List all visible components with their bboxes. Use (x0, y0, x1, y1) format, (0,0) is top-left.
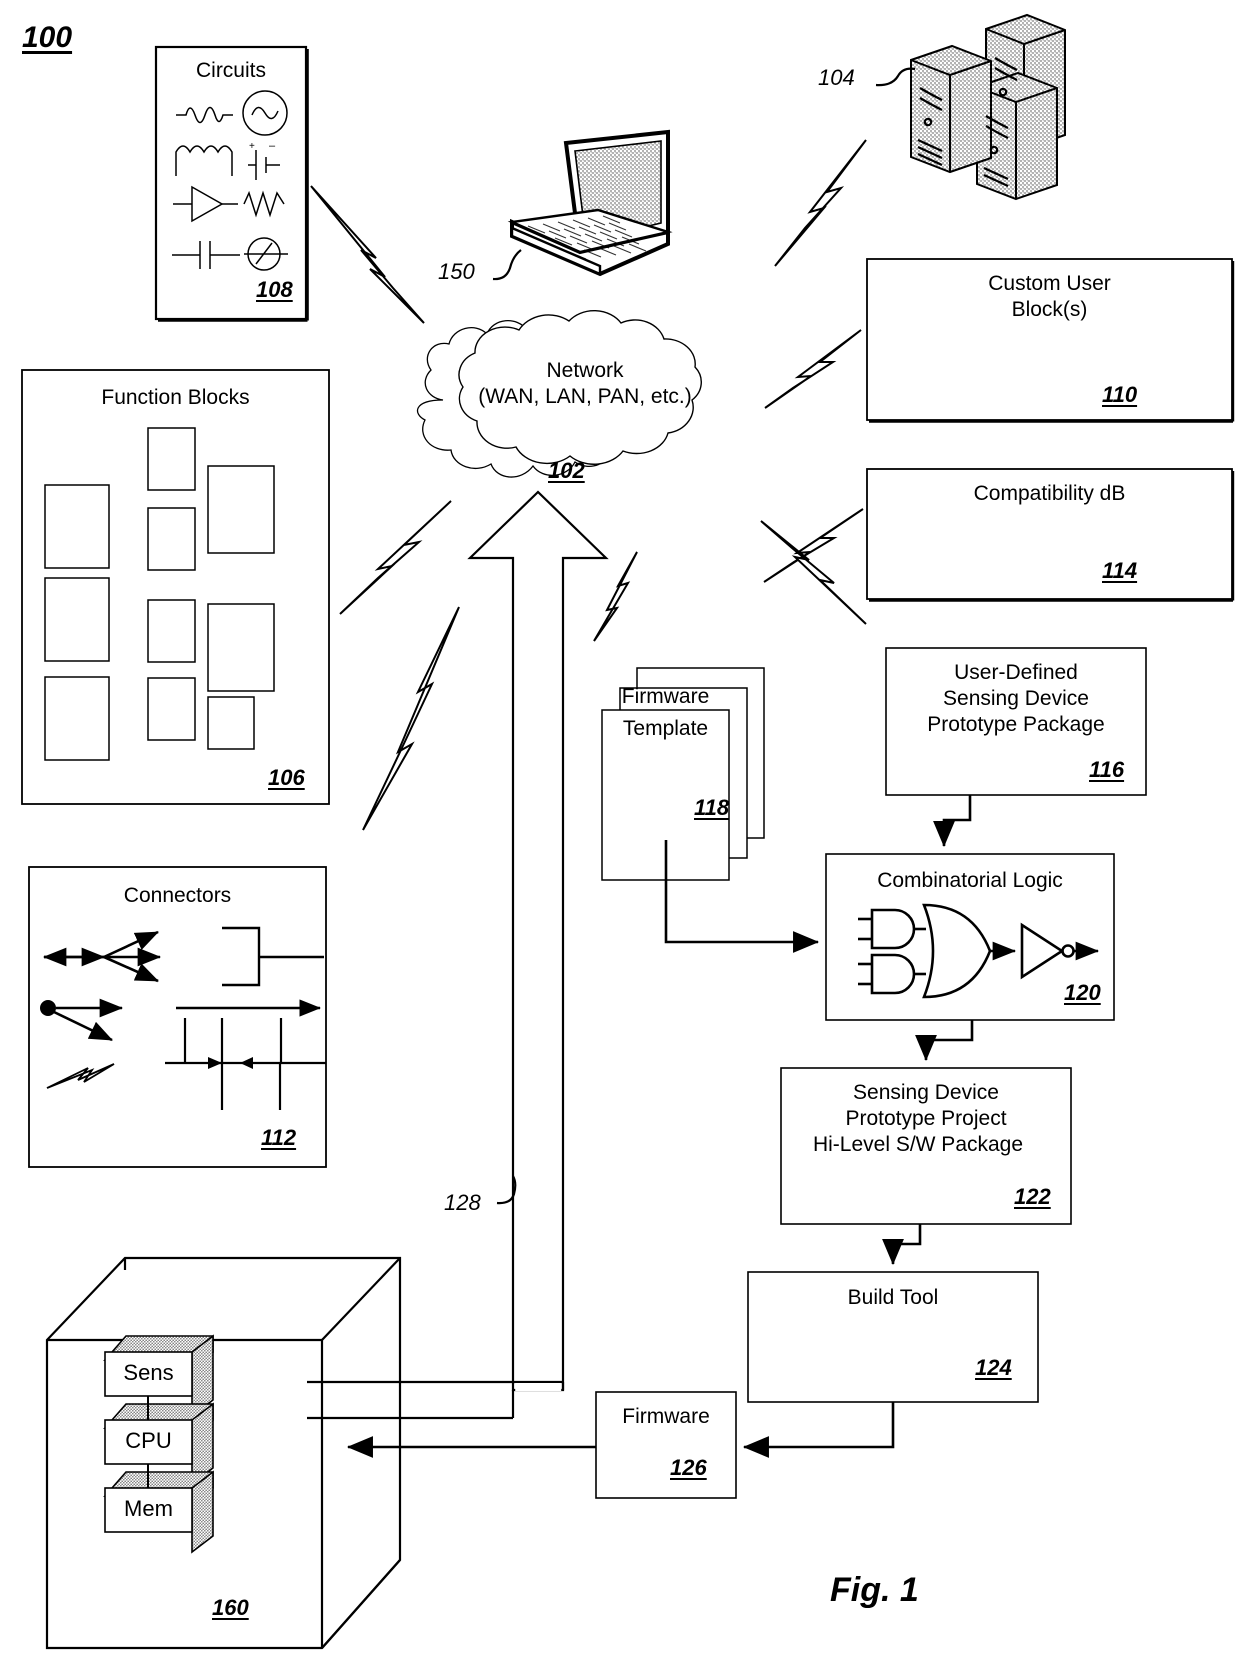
svg-text:+: + (249, 141, 255, 152)
build-tool-title: Build Tool (847, 1286, 939, 1309)
laptop-ref: 150 (438, 259, 475, 284)
hi-level-package-line1: Sensing Device (853, 1081, 999, 1104)
figure-number: 100 (22, 21, 73, 54)
network-ref: 102 (548, 458, 585, 483)
arrow-base-mask (515, 1383, 562, 1391)
hi-level-package-ref: 122 (1014, 1184, 1051, 1209)
firmware-template-title-line2: Template (622, 717, 709, 740)
firmware-template-ref: 118 (694, 795, 730, 820)
user-defined-package-line3: Prototype Package (927, 713, 1105, 736)
combinatorial-logic-ref: 120 (1064, 980, 1101, 1005)
compatibility-db-ref: 114 (1102, 558, 1138, 583)
feedback-hollow-arrow (467, 490, 609, 1392)
custom-user-block-title-line1: Custom User (988, 272, 1111, 295)
feedback-arrow-ref: 128 (444, 1190, 481, 1215)
network-title: Network (546, 359, 624, 382)
servers-ref: 104 (818, 65, 855, 90)
connectors-title: Connectors (123, 884, 232, 907)
figure-canvas: + – 100 Circuits 108 Function Blocks 106… (0, 0, 1240, 1664)
network-subtitle: (WAN, LAN, PAN, etc.) (478, 385, 692, 408)
function-blocks-title: Function Blocks (101, 386, 250, 409)
laptop-leader-line (492, 249, 522, 281)
hi-level-package-line2: Prototype Project (845, 1107, 1007, 1130)
sensing-device-cube (45, 1256, 402, 1650)
device-component-cpu: CPU (125, 1428, 172, 1453)
firmware-template-title-line1: Firmware (621, 685, 710, 708)
server-illustration (910, 13, 1066, 201)
svg-text:–: – (269, 140, 276, 152)
custom-user-block-ref: 110 (1102, 382, 1138, 407)
circuits-title: Circuits (195, 59, 266, 82)
combinatorial-logic-title: Combinatorial Logic (877, 869, 1063, 892)
firmware-ref: 126 (670, 1455, 707, 1480)
server-leader-line (875, 67, 916, 87)
function-blocks-ref: 106 (268, 765, 305, 790)
custom-user-block-title-line2: Block(s) (1011, 298, 1088, 321)
compatibility-db-title: Compatibility dB (973, 482, 1126, 505)
laptop-illustration (507, 129, 673, 277)
sensing-device-ref: 160 (212, 1595, 249, 1620)
connectors-ref: 112 (261, 1125, 297, 1150)
circuits-ref: 108 (256, 277, 293, 302)
device-component-mem: Mem (124, 1496, 173, 1521)
build-tool-ref: 124 (975, 1355, 1012, 1380)
figure-caption: Fig. 1 (830, 1571, 919, 1609)
user-defined-package-ref: 116 (1089, 757, 1125, 782)
device-component-sens: Sens (123, 1360, 174, 1385)
firmware-title: Firmware (622, 1405, 710, 1428)
connectors-frame (28, 866, 327, 1168)
hi-level-package-line3: Hi-Level S/W Package (812, 1133, 1024, 1156)
user-defined-package-line1: User-Defined (954, 661, 1078, 684)
user-defined-package-line2: Sensing Device (943, 687, 1089, 710)
